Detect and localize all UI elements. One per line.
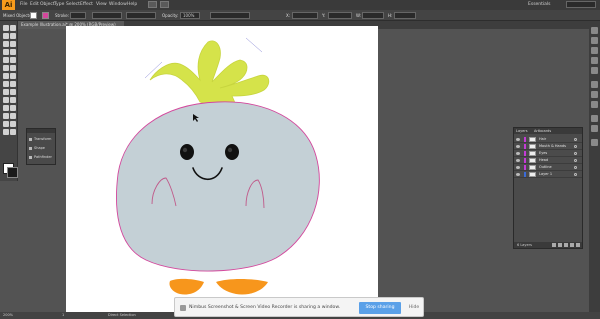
layer-thumbnail [529,158,536,163]
character-illustration [116,37,320,295]
layer-color-indicator [524,144,526,149]
sharing-message: Nimbus Screenshot & Screen Video Recorde… [189,305,341,310]
layer-color-indicator [524,165,526,170]
right-eye-highlight [227,147,233,153]
layer-color-indicator [524,158,526,163]
layers-panel-icon[interactable] [591,139,598,146]
page-number[interactable]: 1 [62,312,64,319]
panel-dock [589,21,600,319]
new-sublayer-icon[interactable] [564,243,568,247]
layer-target-icon[interactable] [574,138,577,141]
tab-artboards[interactable]: Artboards [532,128,553,134]
color-panel-icon[interactable] [591,27,598,34]
layer-row[interactable]: Mouth & Hands [514,143,582,150]
symbols-panel-icon[interactable] [591,67,598,74]
layer-color-indicator [524,172,526,177]
visibility-eye-icon[interactable] [516,152,520,155]
layer-name: Eyes [539,151,548,155]
layer-row[interactable]: Layer 1 [514,171,582,178]
left-eye [180,144,194,160]
layer-count: 6 Layers [517,243,532,247]
layers-panel-footer: 6 Layers [514,242,582,248]
left-eye-highlight [182,147,188,153]
color-guide-panel-icon[interactable] [591,37,598,44]
layer-thumbnail [529,137,536,142]
layer-name: Layer 1 [539,172,553,176]
new-layer-icon[interactable] [570,243,574,247]
layer-name: Outline [539,165,552,169]
stroke-panel-icon[interactable] [591,81,598,88]
visibility-eye-icon[interactable] [516,166,520,169]
pathfinder-item[interactable]: Pathfinder [29,154,52,161]
layer-thumbnail [529,144,536,149]
visibility-eye-icon[interactable] [516,159,520,162]
layer-target-icon[interactable] [574,145,577,148]
pathfinder-icon [29,156,32,159]
layer-row[interactable]: Outline [514,164,582,171]
layer-color-indicator [524,151,526,156]
make-clipping-mask-icon[interactable] [558,243,562,247]
layer-row[interactable]: Head [514,157,582,164]
appearance-panel-icon[interactable] [591,115,598,122]
current-tool-readout: Direct Selection [108,313,136,317]
layer-target-icon[interactable] [574,152,577,155]
properties-panel: Transform Shape Pathfinder [26,128,56,165]
layer-name: Hair [539,137,547,141]
layer-thumbnail [529,151,536,156]
transform-icon [29,138,32,141]
layer-thumbnail [529,172,536,177]
visibility-eye-icon[interactable] [516,138,520,141]
layer-color-indicator [524,137,526,142]
layer-name: Head [539,158,549,162]
stop-sharing-button[interactable]: Stop sharing [359,302,401,314]
layer-target-icon[interactable] [574,173,577,176]
recorder-icon [180,305,186,311]
bezier-handle [245,37,263,53]
graphic-styles-panel-icon[interactable] [591,125,598,132]
visibility-eye-icon[interactable] [516,173,520,176]
hair-shape [149,40,270,109]
shape-item[interactable]: Shape [29,145,45,152]
layer-name: Mouth & Hands [539,144,566,148]
right-eye [225,144,239,160]
properties-panel-header[interactable] [27,129,55,133]
shape-icon [29,147,32,150]
transform-item[interactable]: Transform [29,136,51,143]
hide-button[interactable]: Hide [407,302,421,314]
head-shape [116,101,320,272]
left-foot [169,278,204,295]
transparency-panel-icon[interactable] [591,101,598,108]
layer-thumbnail [529,165,536,170]
visibility-eye-icon[interactable] [516,145,520,148]
gradient-panel-icon[interactable] [591,91,598,98]
right-foot [216,279,268,295]
layer-target-icon[interactable] [574,166,577,169]
locate-object-icon[interactable] [552,243,556,247]
brushes-panel-icon[interactable] [591,57,598,64]
zoom-level[interactable]: 200% [3,312,13,319]
layers-panel-tabs: Layers Artboards [514,128,582,134]
delete-layer-icon[interactable] [576,243,580,247]
layers-panel: Layers Artboards Hair Mouth & Hands Eyes… [513,127,583,249]
tab-layers[interactable]: Layers [514,128,530,134]
screen-sharing-notification: Nimbus Screenshot & Screen Video Recorde… [174,297,424,317]
swatches-panel-icon[interactable] [591,47,598,54]
layer-target-icon[interactable] [574,159,577,162]
layer-row[interactable]: Hair [514,136,582,143]
layer-row[interactable]: Eyes [514,150,582,157]
